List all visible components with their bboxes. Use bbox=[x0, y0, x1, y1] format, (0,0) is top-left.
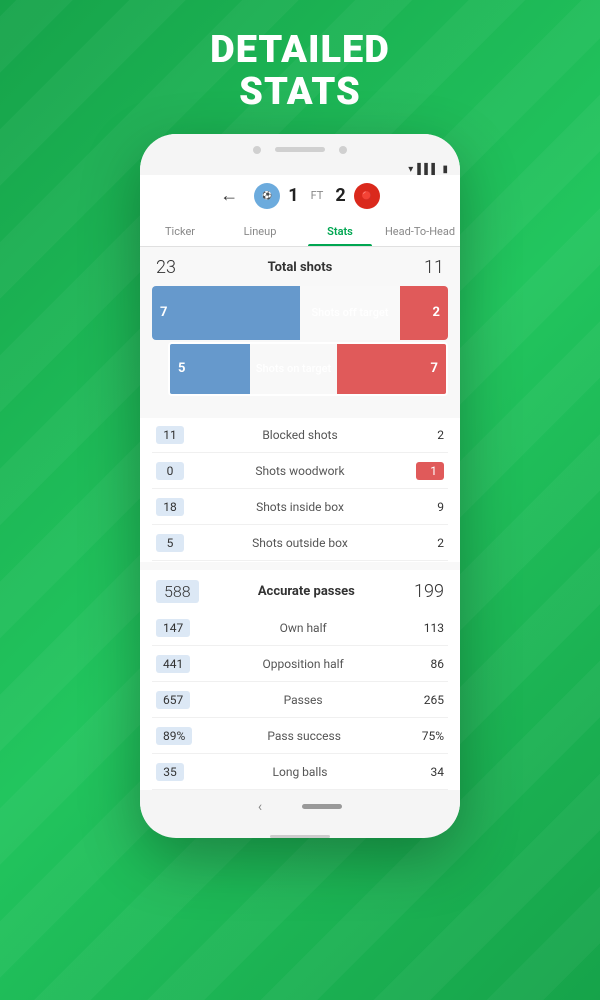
opp-half-label: Opposition half bbox=[190, 657, 416, 671]
stat-row-passes: 657 Passes 265 bbox=[152, 683, 448, 718]
team2-score: 2 bbox=[335, 185, 345, 206]
nav-back-arrow[interactable]: ‹ bbox=[258, 799, 262, 815]
woodwork-label: Shots woodwork bbox=[184, 464, 416, 478]
off-target-bar: 7 Shots off target 2 bbox=[152, 286, 448, 340]
pass-success-right: 75% bbox=[416, 729, 444, 743]
team1-logo: ⚽ bbox=[254, 183, 280, 209]
phone-speaker bbox=[275, 147, 325, 152]
own-half-label: Own half bbox=[190, 621, 416, 635]
total-shots-left: 23 bbox=[156, 257, 176, 278]
ft-label: FT bbox=[311, 189, 324, 202]
tabs: Ticker Lineup Stats Head-To-Head bbox=[140, 217, 460, 247]
total-shots-label: Total shots bbox=[268, 260, 333, 275]
woodwork-right: 1 bbox=[416, 462, 444, 480]
scroll-bar bbox=[270, 835, 330, 838]
on-target-left-num: 5 bbox=[178, 361, 185, 376]
app-header: DETAILED STATS bbox=[210, 30, 390, 114]
woodwork-left: 0 bbox=[156, 462, 184, 480]
blocked-right: 2 bbox=[416, 428, 444, 442]
stat-row-outside-box: 5 Shots outside box 2 bbox=[152, 526, 448, 561]
header-line1: DETAILED bbox=[210, 30, 390, 72]
outside-box-right: 2 bbox=[416, 536, 444, 550]
tab-ticker[interactable]: Ticker bbox=[140, 217, 220, 246]
blocked-label: Blocked shots bbox=[184, 428, 416, 442]
opp-half-right: 86 bbox=[416, 657, 444, 671]
outside-box-label: Shots outside box bbox=[184, 536, 416, 550]
stats-rows: 11 Blocked shots 2 0 Shots woodwork 1 18… bbox=[140, 418, 460, 561]
accurate-label: Accurate passes bbox=[258, 584, 355, 599]
inside-box-right: 9 bbox=[416, 500, 444, 514]
on-target-right: 7 bbox=[337, 344, 446, 394]
pass-success-label: Pass success bbox=[192, 729, 416, 743]
total-shots-row: 23 Total shots 11 bbox=[152, 247, 448, 286]
passes-left: 657 bbox=[156, 691, 190, 709]
off-target-label: Shots off target bbox=[300, 286, 400, 340]
passes-right: 265 bbox=[416, 693, 444, 707]
outside-box-left: 5 bbox=[156, 534, 184, 552]
bar-chart: 7 Shots off target 2 5 Shots on targ bbox=[152, 286, 448, 396]
stat-row-blocked: 11 Blocked shots 2 bbox=[152, 418, 448, 453]
phone-bottom-nav: ‹ bbox=[140, 791, 460, 831]
stat-row-own-half: 147 Own half 113 bbox=[152, 611, 448, 646]
on-target-right-num: 7 bbox=[431, 361, 438, 376]
long-balls-left: 35 bbox=[156, 763, 184, 781]
accurate-right: 199 bbox=[414, 581, 444, 602]
stat-row-woodwork: 0 Shots woodwork 1 bbox=[152, 454, 448, 489]
off-target-right: 2 bbox=[400, 286, 448, 340]
stat-row-inside-box: 18 Shots inside box 9 bbox=[152, 490, 448, 525]
own-half-left: 147 bbox=[156, 619, 190, 637]
pass-success-left: 89% bbox=[156, 727, 192, 745]
tab-lineup[interactable]: Lineup bbox=[220, 217, 300, 246]
phone-mockup: ▾ ▌▌▌ ▮ ← ⚽ 1 FT 2 🔴 Ticker Lineup Stats bbox=[140, 134, 460, 838]
tab-head-to-head[interactable]: Head-To-Head bbox=[380, 217, 460, 246]
accurate-passes-row: 588 Accurate passes 199 bbox=[140, 570, 460, 611]
on-target-left: 5 bbox=[170, 344, 250, 394]
home-pill[interactable] bbox=[302, 804, 342, 809]
wifi-icon: ▾ bbox=[408, 164, 413, 175]
own-half-right: 113 bbox=[416, 621, 444, 635]
inside-box-label: Shots inside box bbox=[184, 500, 416, 514]
opp-half-left: 441 bbox=[156, 655, 190, 673]
screen: ← ⚽ 1 FT 2 🔴 Ticker Lineup Stats Head-To… bbox=[140, 175, 460, 790]
long-balls-label: Long balls bbox=[184, 765, 416, 779]
camera-dot-2 bbox=[339, 146, 347, 154]
header-line2: STATS bbox=[210, 72, 390, 114]
stat-row-opp-half: 441 Opposition half 86 bbox=[152, 647, 448, 682]
passes-rows: 147 Own half 113 441 Opposition half 86 … bbox=[140, 611, 460, 790]
stats-content: 23 Total shots 11 7 Shots off target 2 bbox=[140, 247, 460, 418]
team2-logo: 🔴 bbox=[354, 183, 380, 209]
blocked-left: 11 bbox=[156, 426, 184, 444]
battery-icon: ▮ bbox=[442, 164, 448, 175]
signal-icon: ▌▌▌ bbox=[417, 164, 438, 175]
off-target-left: 7 bbox=[152, 286, 300, 340]
phone-top bbox=[140, 134, 460, 160]
tab-stats[interactable]: Stats bbox=[300, 217, 380, 246]
team1-score: 1 bbox=[288, 185, 298, 206]
total-shots-right: 11 bbox=[424, 257, 444, 278]
inside-box-left: 18 bbox=[156, 498, 184, 516]
on-target-bar: 5 Shots on target 7 bbox=[168, 342, 448, 396]
off-target-left-num: 7 bbox=[160, 305, 167, 320]
long-balls-right: 34 bbox=[416, 765, 444, 779]
section-divider bbox=[140, 562, 460, 570]
on-target-label: Shots on target bbox=[250, 344, 337, 394]
off-target-right-num: 2 bbox=[433, 305, 440, 320]
passes-label: Passes bbox=[190, 693, 416, 707]
camera-dot-1 bbox=[253, 146, 261, 154]
back-button[interactable]: ← bbox=[220, 185, 238, 206]
camera-area bbox=[253, 146, 347, 154]
stat-row-pass-success: 89% Pass success 75% bbox=[152, 719, 448, 754]
stat-row-long-balls: 35 Long balls 34 bbox=[152, 755, 448, 790]
status-bar: ▾ ▌▌▌ ▮ bbox=[140, 160, 460, 175]
accurate-left: 588 bbox=[156, 580, 199, 603]
score-bar: ← ⚽ 1 FT 2 🔴 bbox=[140, 175, 460, 217]
